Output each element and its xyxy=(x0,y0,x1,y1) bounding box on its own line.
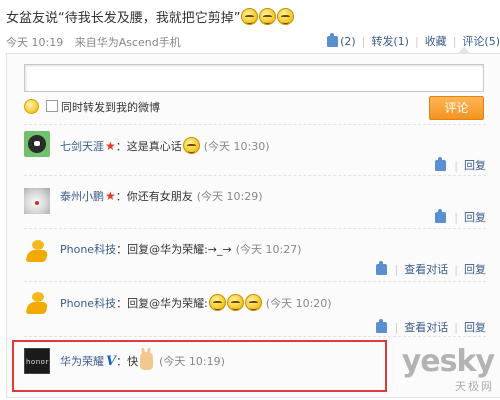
highlight-box xyxy=(12,340,387,392)
emoji-icon xyxy=(277,8,295,25)
emoji-icon xyxy=(244,294,262,311)
comment-line: Phone科技 ：回复@华为荣耀:→_→ (今天 10:27) xyxy=(60,241,302,257)
post-time[interactable]: 今天 10:19 xyxy=(6,36,63,49)
comment-author[interactable]: 泰州小鹏 xyxy=(60,188,104,204)
view-conversation-button[interactable]: 查看对话 xyxy=(404,261,448,277)
comment-text: ：回复@华为荣耀: xyxy=(116,296,208,310)
divider xyxy=(24,281,486,282)
avatar[interactable] xyxy=(24,188,50,214)
comment-text: ：回复@华为荣耀:→_→ xyxy=(116,243,232,256)
divider xyxy=(24,175,486,176)
reply-button[interactable]: 回复 xyxy=(464,319,486,335)
post-source[interactable]: 来自华为Ascend手机 xyxy=(75,36,181,49)
comment-time: (今天 10:27) xyxy=(235,243,302,256)
post-text: 女盆友说“待我长发及腰，我就把它剪掉” xyxy=(6,7,295,26)
divider xyxy=(24,228,486,229)
watermark-subtitle: 天极网 xyxy=(455,380,494,393)
reply-button[interactable]: 回复 xyxy=(464,157,486,173)
emoji-icon xyxy=(241,8,259,25)
post-meta: 今天 10:19 来自华为Ascend手机 xyxy=(6,34,189,50)
emoji-icon xyxy=(182,137,200,154)
comment-text: ：你还有女朋友 xyxy=(115,190,193,203)
comment-actions: | 回复 xyxy=(435,208,486,225)
like-icon[interactable] xyxy=(375,318,387,333)
watermark: yesky 天极网 xyxy=(401,344,495,394)
comment-actions: | 查看对话 | 回复 xyxy=(375,260,486,277)
like-icon[interactable] xyxy=(327,32,339,47)
divider: | xyxy=(394,320,399,334)
divider: | xyxy=(454,320,458,334)
comment-input[interactable] xyxy=(24,64,484,92)
also-repost-label: 同时转发到我的微博 xyxy=(61,101,160,114)
comment-time: (今天 10:30) xyxy=(203,139,270,153)
divider: | xyxy=(454,262,458,276)
like-icon[interactable] xyxy=(435,156,447,171)
divider xyxy=(24,336,486,337)
comment-author[interactable]: Phone科技 xyxy=(60,241,116,257)
reply-button[interactable]: 回复 xyxy=(464,261,486,277)
comment-line: 七剑天涯 ★ ：这是真心话 (今天 10:30) xyxy=(60,137,270,154)
divider: | xyxy=(394,262,399,276)
emoji-icon xyxy=(208,294,226,311)
comment-actions: | 查看对话 | 回复 xyxy=(375,318,486,335)
avatar[interactable] xyxy=(24,238,50,264)
divider: | xyxy=(454,210,458,224)
comment-line: Phone科技 ：回复@华为荣耀: (今天 10:20) xyxy=(60,294,332,311)
comment-actions: | 回复 xyxy=(435,156,486,173)
view-conversation-button[interactable]: 查看对话 xyxy=(404,319,448,335)
comment-time: (今天 10:20) xyxy=(265,296,332,310)
comment-line: 泰州小鹏 ★ ：你还有女朋友 (今天 10:29) xyxy=(60,188,263,204)
divider: | xyxy=(414,34,419,48)
star-badge-icon: ★ xyxy=(105,189,116,203)
post-text-content: 女盆友说“待我长发及腰，我就把它剪掉” xyxy=(6,11,241,26)
post-actions: (2) | 转发(1) | 收藏 | 评论(5) xyxy=(327,32,500,49)
comment-text: ：这是真心话 xyxy=(115,139,182,153)
submit-comment-button[interactable]: 评论 xyxy=(429,96,484,120)
favorite-button[interactable]: 收藏 xyxy=(425,33,447,49)
divider: | xyxy=(361,34,366,48)
watermark-logo: yesky xyxy=(401,344,495,379)
also-repost-checkbox[interactable] xyxy=(46,100,58,112)
avatar[interactable] xyxy=(24,290,50,316)
divider: | xyxy=(452,34,457,48)
avatar[interactable] xyxy=(24,131,50,157)
comment-time: (今天 10:29) xyxy=(196,190,263,203)
repost-button[interactable]: 转发(1) xyxy=(371,33,409,49)
like-icon[interactable] xyxy=(375,260,387,275)
emoji-icon xyxy=(259,8,277,25)
star-badge-icon: ★ xyxy=(105,138,116,153)
emoji-icon xyxy=(226,294,244,311)
divider xyxy=(24,124,486,125)
comment-author[interactable]: 七剑天涯 xyxy=(60,138,104,154)
reply-button[interactable]: 回复 xyxy=(464,209,486,225)
comment-author[interactable]: Phone科技 xyxy=(60,295,116,311)
emoji-picker-icon[interactable] xyxy=(24,99,39,114)
divider: | xyxy=(454,158,458,172)
like-icon[interactable] xyxy=(435,208,447,223)
like-count[interactable]: (2) xyxy=(340,35,356,48)
